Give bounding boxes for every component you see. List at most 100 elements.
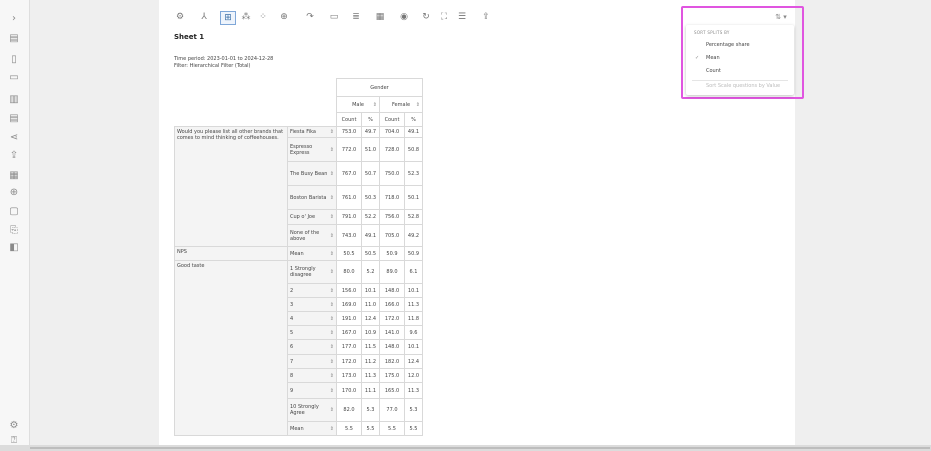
row-category-label: The Busy Bean (290, 170, 328, 177)
sort-icon[interactable]: ⇕ (330, 388, 334, 394)
visibility-icon[interactable]: ◉ (396, 11, 412, 23)
sort-icon[interactable]: ⇕ (330, 129, 334, 135)
weight-icon[interactable]: ⊕ (276, 11, 292, 23)
sort-icon[interactable]: ⇕ (373, 102, 377, 108)
layers-icon[interactable]: ◧ (8, 242, 20, 254)
sort-icon[interactable]: ⇕ (330, 426, 334, 432)
value-cell: 11.0 (361, 297, 380, 312)
refresh-icon[interactable]: ↻ (418, 11, 434, 23)
sort-icon[interactable]: ⇕ (330, 251, 334, 257)
row-category[interactable]: Mean ⇕ (287, 421, 337, 436)
row-category[interactable]: 9 ⇕ (287, 382, 337, 399)
row-category[interactable]: Fiesta Fika ⇕ (287, 126, 337, 138)
folder-icon[interactable]: ▭ (8, 72, 20, 84)
sort-icon[interactable]: ⇕ (330, 344, 334, 350)
page-icon[interactable]: ▯ (8, 54, 20, 66)
row-category-label: Fiesta Fika (290, 129, 316, 135)
value-cell: 11.1 (361, 382, 380, 399)
table-corner (175, 79, 337, 127)
row-category[interactable]: 10 Strongly Agree ⇕ (287, 398, 337, 422)
sort-option-count[interactable]: Count (706, 68, 721, 74)
sort-icon[interactable]: ⇕ (330, 147, 334, 153)
sort-option-mean[interactable]: Mean (706, 55, 720, 61)
value-cell: 5.5 (361, 421, 380, 436)
value-cell: 753.0 (336, 126, 362, 138)
value-cell: 156.0 (336, 283, 362, 298)
sort-icon[interactable]: ⇕ (330, 359, 334, 365)
value-cell: 80.0 (336, 260, 362, 284)
columns-icon[interactable]: ☰ (454, 11, 470, 23)
settings-icon[interactable]: ⚙ (8, 420, 20, 432)
share-icon[interactable]: ⋖ (8, 132, 20, 144)
frame-icon[interactable]: ▢ (8, 206, 20, 218)
sort-icon[interactable]: ⇕ (330, 233, 334, 239)
fullscreen-icon[interactable]: ⛶ (436, 11, 452, 23)
export-icon[interactable]: ⇪ (8, 150, 20, 162)
value-cell: 6.1 (404, 260, 423, 284)
row-category[interactable]: 7 ⇕ (287, 354, 337, 369)
format-icon[interactable]: ≣ (348, 11, 364, 23)
filter-icon[interactable]: ⚙ (172, 11, 188, 23)
row-category[interactable]: The Busy Bean ⇕ (287, 161, 337, 186)
row-category[interactable]: Boston Barista ⇕ (287, 185, 337, 210)
row-category-label: Boston Barista (290, 194, 327, 201)
copy-icon[interactable]: ⎘ (8, 225, 20, 237)
layout-icon[interactable]: ▦ (372, 11, 388, 23)
significance-icon[interactable]: ⁂ (238, 11, 254, 23)
export-icon[interactable]: ⇪ (478, 11, 494, 23)
sort-icon[interactable]: ⇕ (330, 214, 334, 220)
sort-icon[interactable]: ⇕ (330, 316, 334, 322)
row-category[interactable]: Mean ⇕ (287, 246, 337, 261)
value-cell: 791.0 (336, 209, 362, 225)
sort-icon[interactable]: ⇕ (330, 269, 334, 275)
sort-icon[interactable]: ⇕ (330, 288, 334, 294)
row-category[interactable]: 6 ⇕ (287, 339, 337, 355)
value-cell: 50.7 (361, 161, 380, 186)
chevron-right-icon[interactable]: › (8, 13, 20, 25)
row-category-label: Cup o' Joe (290, 214, 316, 220)
decimal-icon[interactable]: ⁘ (255, 11, 271, 23)
row-group-label: Would you please list all other brands t… (174, 126, 288, 247)
note-icon[interactable]: ▤ (8, 113, 20, 125)
report-icon[interactable]: ▤ (8, 33, 20, 45)
sort-icon[interactable]: ⇕ (330, 330, 334, 336)
chart-icon[interactable]: ▦ (8, 170, 20, 182)
data-icon[interactable]: ▥ (8, 94, 20, 106)
scrollbar-thumb[interactable] (30, 447, 930, 449)
row-category[interactable]: 8 ⇕ (287, 368, 337, 383)
sort-icon[interactable]: ⇕ (330, 302, 334, 308)
row-category[interactable]: 1 Strongly disagree ⇕ (287, 260, 337, 284)
sort-icon[interactable]: ⇕ (330, 171, 334, 177)
sort-icon[interactable]: ⇕ (330, 195, 334, 201)
row-category[interactable]: None of the above ⇕ (287, 224, 337, 247)
subcolumn-header: % (404, 112, 423, 127)
comment-icon[interactable]: ▭ (326, 11, 342, 23)
split-icon[interactable]: ⅄ (196, 11, 212, 23)
redo-icon[interactable]: ↷ (302, 11, 318, 23)
value-cell: 191.0 (336, 311, 362, 326)
row-category[interactable]: Cup o' Joe ⇕ (287, 209, 337, 225)
row-category[interactable]: 2 ⇕ (287, 283, 337, 298)
add-icon[interactable]: ⊕ (8, 187, 20, 199)
table-icon[interactable]: ⊞ (220, 11, 236, 25)
check-icon: ✓ (695, 55, 700, 61)
sort-icon[interactable]: ⇕ (416, 102, 420, 108)
sort-icon[interactable]: ⇕ (330, 373, 334, 379)
value-cell: 50.5 (336, 246, 362, 261)
column-header-female[interactable]: Female ⇕ (379, 96, 423, 113)
column-header-male[interactable]: Male ⇕ (336, 96, 380, 113)
value-cell: 177.0 (336, 339, 362, 355)
row-category-label: None of the above (290, 229, 320, 242)
row-category[interactable]: 3 ⇕ (287, 297, 337, 312)
value-cell: 49.1 (361, 224, 380, 247)
gender-header: Gender (336, 78, 423, 97)
sort-option-percentage-share[interactable]: Percentage share (706, 42, 750, 48)
value-cell: 182.0 (379, 354, 405, 369)
value-cell: 51.0 (361, 137, 380, 162)
row-category[interactable]: 5 ⇕ (287, 325, 337, 340)
row-category[interactable]: 4 ⇕ (287, 311, 337, 326)
column-header-label: Male (352, 101, 364, 108)
row-category[interactable]: Espresso Express ⇕ (287, 137, 337, 162)
sort-icon[interactable]: ⇕ (330, 407, 334, 413)
value-cell: 141.0 (379, 325, 405, 340)
